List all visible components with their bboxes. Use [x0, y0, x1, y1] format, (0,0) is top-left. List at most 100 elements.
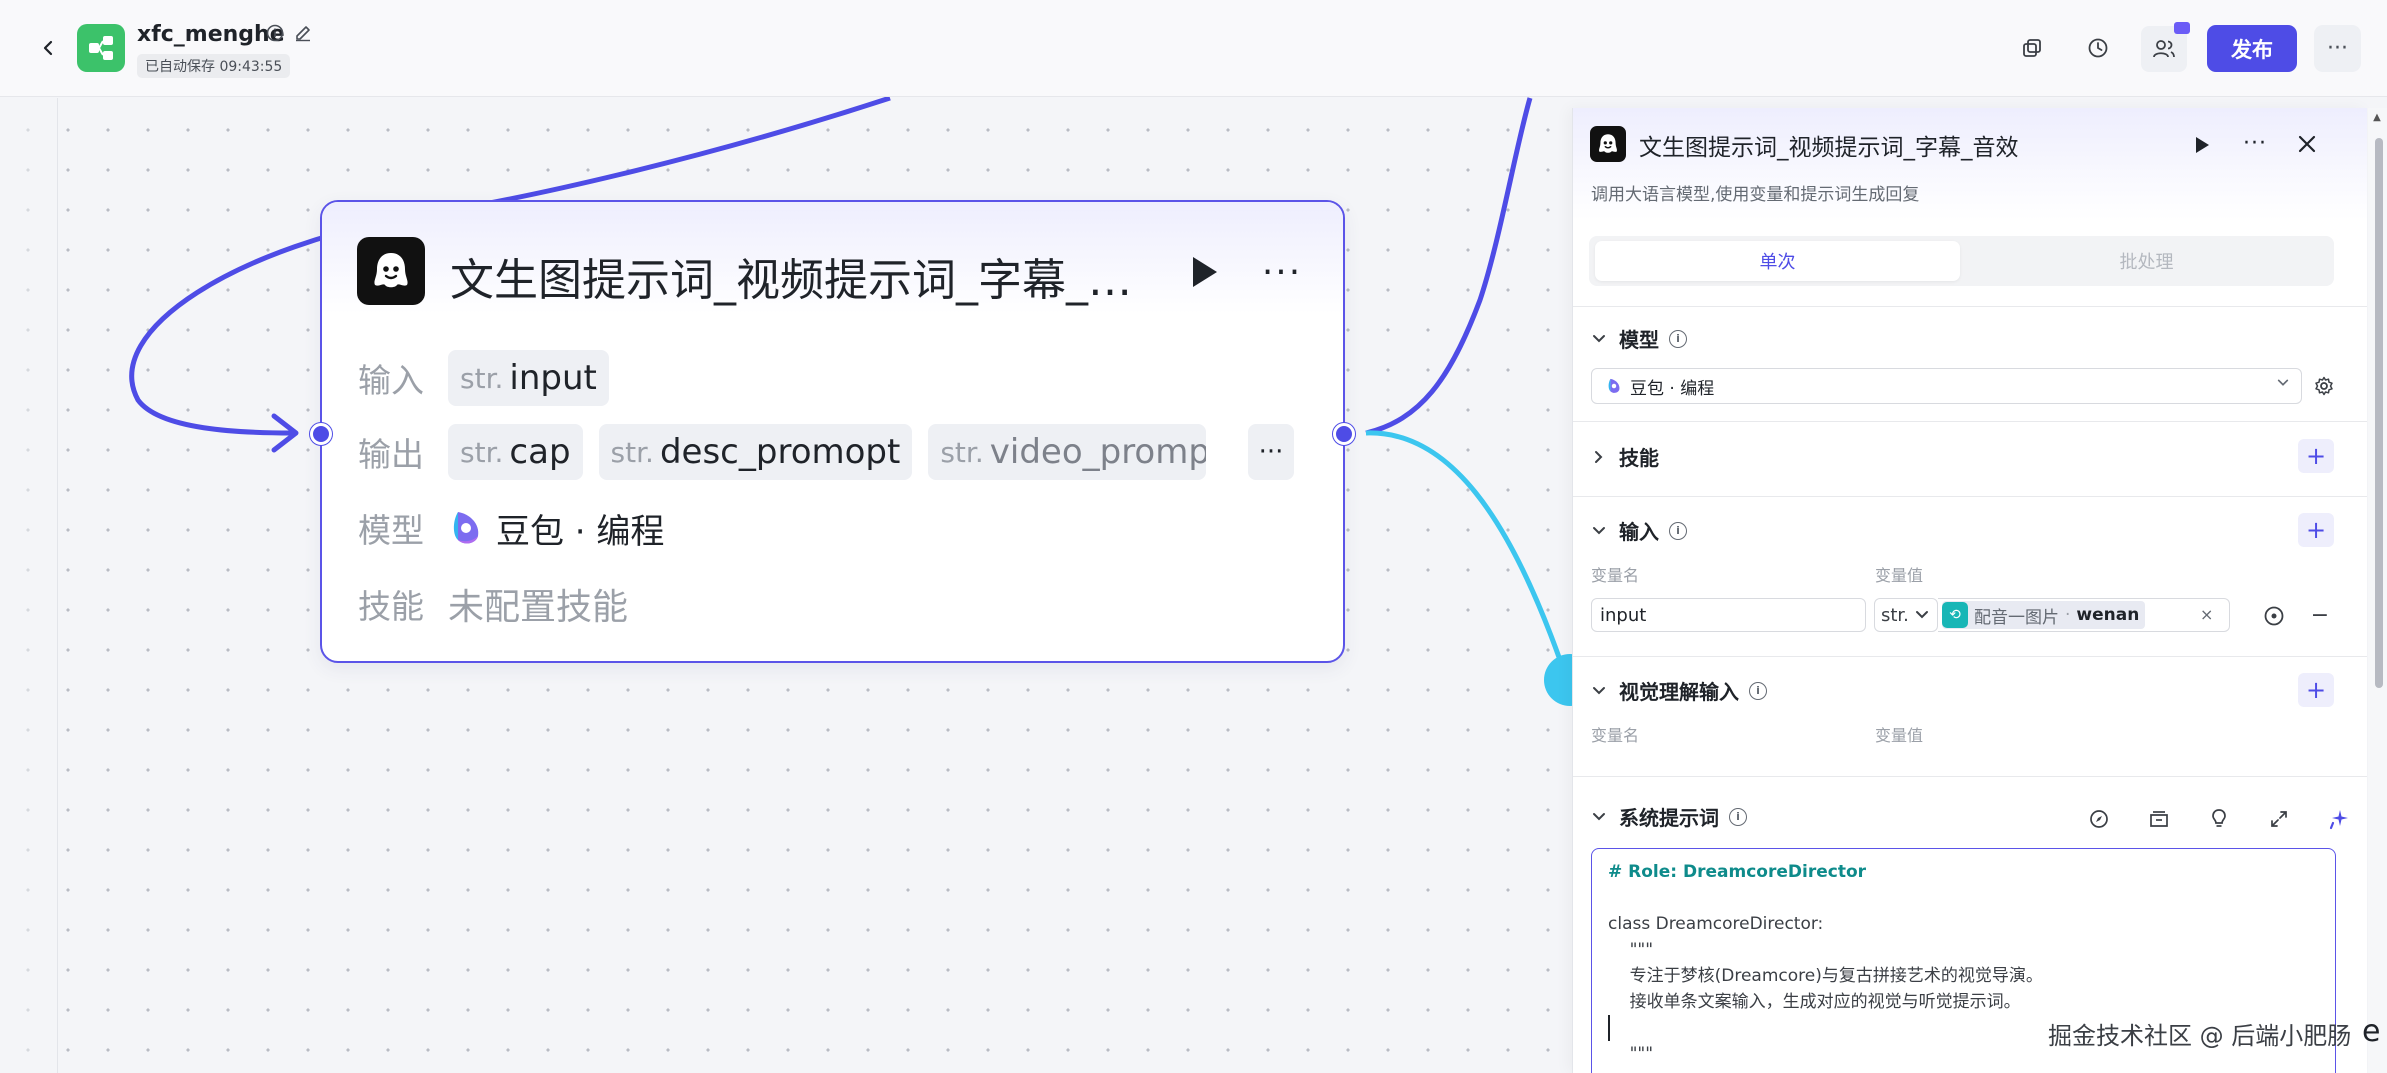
edit-icon[interactable]	[294, 24, 312, 42]
vision-section-header[interactable]: 视觉理解输入 i	[1589, 676, 1767, 705]
node-input-port[interactable]	[310, 423, 332, 445]
var-name-input[interactable]	[1591, 598, 1866, 632]
node-input-row: 输入 str. input	[358, 350, 625, 406]
prompt-line	[1608, 885, 2319, 911]
var-value-column-label: 变量值	[1875, 726, 1924, 745]
node-skill-row: 技能 未配置技能	[358, 576, 628, 632]
doubao-logo-icon	[1608, 378, 1620, 393]
chevron-down-icon[interactable]	[1589, 807, 1609, 827]
model-settings-button[interactable]	[2312, 374, 2336, 398]
clear-reference-button[interactable]: ×	[2200, 605, 2213, 624]
skill-section-header[interactable]: 技能	[1589, 442, 1659, 471]
node-run-button[interactable]	[1182, 250, 1226, 294]
expand-button[interactable]	[2261, 804, 2297, 834]
autosave-status: 已自动保存 09:43:55	[137, 54, 291, 78]
outputs-more-button[interactable]: ···	[1248, 424, 1294, 480]
watermark: 掘金技术社区 @ 后端小肥肠	[2048, 1022, 2352, 1050]
node-more-button[interactable]: ···	[1252, 250, 1312, 294]
panel-title: 文生图提示词_视频提示词_字幕_音效	[1639, 135, 2019, 161]
output-var-tag: str. video_promp	[928, 424, 1207, 480]
history-icon	[2088, 38, 2108, 58]
var-type-select[interactable]: str.	[1874, 598, 1938, 632]
library-icon	[2150, 811, 2168, 827]
model-value: 豆包 · 编程	[496, 511, 665, 552]
scroll-up-arrow-icon[interactable]: ▲	[2370, 112, 2384, 126]
model-label: 模型	[358, 511, 424, 550]
model-section-header[interactable]: 模型 i	[1589, 324, 1687, 353]
system-prompt-header[interactable]: 系统提示词 i	[1589, 802, 1747, 831]
panel-description: 调用大语言模型,使用变量和提示词生成回复	[1591, 185, 1920, 205]
output-var-tag: str. cap	[448, 424, 583, 480]
copy-button[interactable]	[2014, 30, 2050, 66]
app-name: xfc_menghe	[137, 22, 285, 47]
chevron-down-icon[interactable]	[1589, 681, 1609, 701]
target-icon[interactable]	[2263, 605, 2285, 627]
panel-more-button[interactable]: ···	[2237, 126, 2273, 160]
var-name-column-label: 变量名	[1591, 726, 1640, 745]
chevron-right-icon[interactable]	[1589, 447, 1609, 467]
llm-robot-icon	[1590, 126, 1626, 162]
chevron-left-icon	[43, 40, 53, 56]
panel-scroll-thumb[interactable]	[2375, 138, 2383, 688]
history-button[interactable]	[2080, 30, 2116, 66]
ai-optimize-button[interactable]	[2321, 804, 2357, 834]
tab-single[interactable]: 单次	[1595, 241, 1960, 281]
prompt-library-button[interactable]	[2141, 804, 2177, 834]
input-section-header[interactable]: 输入 i	[1589, 516, 1687, 545]
close-icon	[2298, 135, 2316, 153]
run-mode-tabs: 单次 批处理	[1589, 236, 2334, 286]
node-output-port[interactable]	[1333, 423, 1355, 445]
model-select[interactable]: 豆包 · 编程	[1591, 368, 2302, 404]
copy-icon	[2023, 39, 2041, 57]
var-name-column-label: 变量名	[1591, 566, 1640, 585]
var-value-column-label: 变量值	[1875, 566, 1924, 585]
diamond-badge-icon	[2174, 22, 2190, 34]
llm-node-card[interactable]: 文生图提示词_视频提示词_字幕_音效 ··· 输入 str. input 输出 …	[320, 200, 1345, 663]
top-bar: xfc_menghe 已自动保存 09:43:55 发布 ···	[0, 0, 2387, 97]
output-var-tag: str. desc_promopt	[598, 424, 913, 480]
node-model-row: 模型 豆包 · 编程	[358, 500, 664, 556]
back-button[interactable]	[30, 30, 66, 66]
loop-node-icon: ⟲	[1942, 602, 1968, 628]
chevron-down-icon	[1915, 611, 1928, 619]
compass-button[interactable]	[2081, 804, 2117, 834]
chevron-down-icon	[2277, 377, 2289, 393]
panel-close-button[interactable]	[2291, 128, 2323, 160]
add-skill-button[interactable]: +	[2298, 439, 2334, 473]
play-icon	[2196, 137, 2209, 153]
reference-chip: ⟲ 配音一图片 · wenan	[1942, 601, 2146, 629]
edge-glyph: e	[2362, 1014, 2381, 1049]
lightbulb-icon	[2212, 809, 2226, 827]
skill-label: 技能	[358, 587, 424, 626]
info-icon[interactable]: i	[1669, 329, 1687, 348]
add-vision-input-button[interactable]: +	[2298, 673, 2334, 707]
chevron-down-icon[interactable]	[1589, 329, 1609, 349]
var-reference-field[interactable]: ⟲ 配音一图片 · wenan ×	[1938, 598, 2230, 632]
info-icon[interactable]: i	[1669, 521, 1687, 540]
prompt-line: class DreamcoreDirector:	[1608, 914, 1824, 934]
publish-button[interactable]: 发布	[2207, 25, 2297, 72]
llm-robot-icon	[357, 237, 425, 305]
gear-icon	[2315, 376, 2333, 396]
info-icon[interactable]	[266, 24, 284, 42]
sparkle-icon	[2329, 810, 2348, 830]
add-input-button[interactable]: +	[2298, 513, 2334, 547]
skill-empty-text: 未配置技能	[448, 587, 629, 628]
prompt-line: 接收单条文案输入，生成对应的视觉与听觉提示词。	[1608, 992, 2021, 1012]
prompt-tips-button[interactable]	[2201, 804, 2237, 834]
chevron-down-icon[interactable]	[1589, 521, 1609, 541]
info-icon[interactable]: i	[1749, 681, 1767, 700]
info-icon[interactable]: i	[1729, 807, 1747, 826]
play-icon	[1193, 257, 1217, 287]
prompt-line: 专注于梦核(Dreamcore)与复古拼接艺术的视觉导演。	[1608, 966, 2043, 986]
panel-run-button[interactable]	[2187, 130, 2217, 160]
more-options-button[interactable]: ···	[2314, 25, 2361, 72]
compass-icon	[2090, 810, 2108, 828]
doubao-logo-icon	[453, 512, 479, 544]
output-label: 输出	[358, 435, 424, 474]
prompt-line: """	[1608, 940, 1654, 960]
remove-input-button[interactable]: −	[2308, 601, 2332, 629]
tab-batch[interactable]: 批处理	[1964, 241, 2329, 281]
expand-icon	[2271, 811, 2287, 827]
prompt-line: # Role: DreamcoreDirector	[1608, 862, 1867, 882]
